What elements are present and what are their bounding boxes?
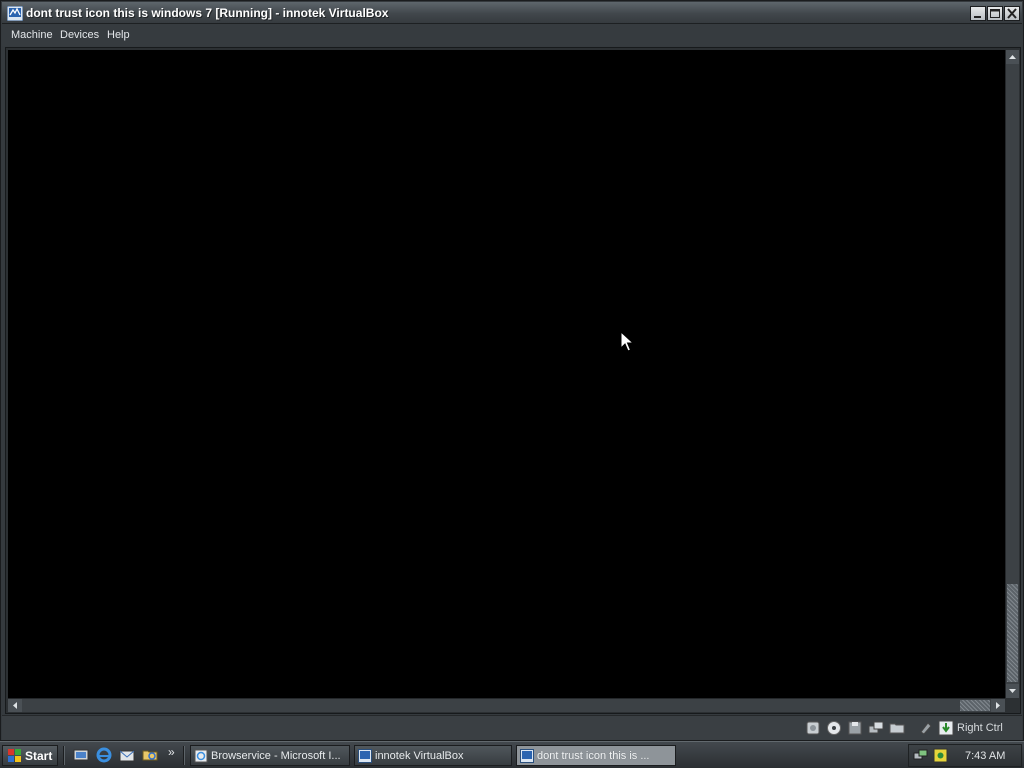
vm-status-bar: Right Ctrl: [2, 715, 1022, 740]
taskbar-separator: [183, 746, 185, 765]
system-tray: 7:43 AM: [908, 744, 1022, 767]
virtualbox-icon: [520, 749, 534, 763]
vertical-scrollbar[interactable]: [1005, 50, 1019, 698]
cd-dvd-icon[interactable]: [826, 720, 842, 736]
menu-machine[interactable]: Machine: [11, 29, 53, 41]
vm-display-frame: [5, 47, 1021, 714]
host-key-capture-icon[interactable]: [938, 720, 954, 736]
task-label: innotek VirtualBox: [375, 750, 464, 762]
arrow-up-icon: [1009, 55, 1016, 59]
minimize-button[interactable]: [970, 6, 986, 21]
window-title: dont trust icon this is windows 7 [Runni…: [26, 6, 389, 20]
explorer-icon[interactable]: [142, 747, 158, 763]
task-label: dont trust icon this is ...: [537, 750, 650, 762]
close-button[interactable]: [1004, 6, 1020, 21]
close-icon: [1007, 8, 1017, 19]
taskbar: Start » Browservice - Microsoft I... inn…: [0, 741, 1024, 768]
vm-screen[interactable]: [8, 50, 1005, 698]
task-button-browservice[interactable]: Browservice - Microsoft I...: [190, 745, 350, 766]
show-desktop-icon[interactable]: [73, 747, 89, 763]
mouse-cursor-icon: [620, 331, 634, 352]
ie-page-icon: [194, 749, 208, 763]
floppy-icon[interactable]: [847, 720, 863, 736]
security-tray-icon[interactable]: [933, 748, 948, 763]
virtualbox-app-icon: [7, 6, 23, 21]
internet-explorer-icon[interactable]: [96, 747, 112, 763]
shared-folders-icon[interactable]: [889, 720, 905, 736]
task-label: Browservice - Microsoft I...: [211, 750, 341, 762]
scroll-right-button[interactable]: [991, 699, 1005, 712]
arrow-down-icon: [1009, 689, 1016, 693]
title-bar[interactable]: dont trust icon this is windows 7 [Runni…: [2, 2, 1022, 24]
taskbar-separator: [63, 746, 65, 765]
horizontal-scroll-thumb[interactable]: [960, 700, 990, 711]
arrow-left-icon: [13, 702, 17, 709]
minimize-icon: [974, 16, 981, 18]
clock[interactable]: 7:43 AM: [965, 750, 1005, 762]
scroll-up-button[interactable]: [1006, 50, 1019, 64]
horizontal-scrollbar[interactable]: [8, 698, 1005, 712]
arrow-right-icon: [996, 702, 1000, 709]
network-tray-icon[interactable]: [913, 748, 928, 763]
start-label: Start: [25, 749, 53, 763]
scroll-left-button[interactable]: [8, 699, 22, 712]
network-icon[interactable]: [868, 720, 884, 736]
maximize-icon: [990, 9, 1000, 18]
maximize-button[interactable]: [987, 6, 1003, 21]
virtualbox-icon: [358, 749, 372, 763]
vertical-scroll-thumb[interactable]: [1007, 584, 1018, 682]
mouse-integration-icon[interactable]: [917, 720, 933, 736]
menu-devices[interactable]: Devices: [60, 29, 99, 41]
host-key-label: Right Ctrl: [957, 722, 1003, 734]
hard-disk-icon[interactable]: [805, 720, 821, 736]
menu-bar: Machine Devices Help: [2, 24, 1022, 46]
scroll-down-button[interactable]: [1006, 684, 1019, 698]
task-button-virtualbox[interactable]: innotek VirtualBox: [354, 745, 512, 766]
windows-flag-icon: [8, 749, 21, 762]
start-button[interactable]: Start: [2, 745, 58, 766]
quick-launch-more-chevron[interactable]: »: [168, 745, 175, 759]
task-button-vm-window[interactable]: dont trust icon this is ...: [516, 745, 676, 766]
outlook-express-icon[interactable]: [119, 747, 135, 763]
menu-help[interactable]: Help: [107, 29, 130, 41]
virtualbox-window: dont trust icon this is windows 7 [Runni…: [0, 0, 1024, 741]
